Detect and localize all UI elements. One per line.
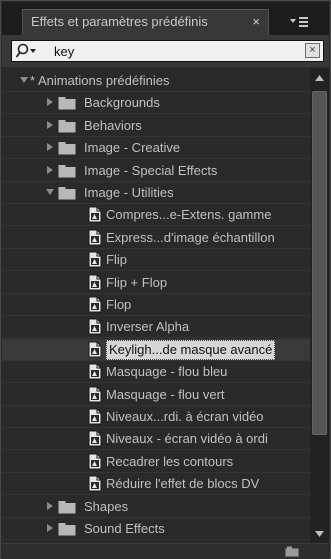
tree-folder[interactable]: Image - Special Effects: [2, 160, 310, 182]
animation-preset-icon: [88, 274, 102, 291]
animation-preset-icon: [88, 206, 102, 223]
scroll-up-arrow-icon[interactable]: [310, 69, 329, 87]
tree-item-label: Image - Creative: [84, 140, 181, 156]
expand-arrow-right-icon[interactable]: [44, 141, 56, 153]
tree-item-label: Backgrounds: [84, 95, 160, 111]
tree-item-label: Niveaux...rdi. à écran vidéo: [106, 409, 264, 424]
tab-effects-presets[interactable]: Effets et paramètres prédéfinis ×: [22, 9, 269, 35]
tree-item-label: Niveaux - écran vidéo à ordi: [106, 431, 268, 447]
expand-arrow-right-icon[interactable]: [44, 119, 56, 131]
tree-item-label: Express...d'image échantillon: [106, 229, 275, 245]
folder-icon: [58, 500, 76, 514]
search-row: ×: [2, 35, 329, 67]
panel-menu-icon[interactable]: [287, 13, 311, 31]
expand-arrow-right-icon[interactable]: [44, 164, 56, 176]
expand-arrow-right-icon[interactable]: [44, 522, 56, 534]
tree-item-label: Flip + Flop: [106, 274, 168, 290]
folder-icon: [58, 97, 76, 110]
tree-folder[interactable]: Shapes: [2, 496, 310, 518]
animation-preset-icon: [88, 229, 102, 246]
panel-bottom-bar: [2, 543, 329, 559]
tab-close-button[interactable]: ×: [252, 10, 260, 34]
clear-search-button[interactable]: ×: [305, 43, 320, 58]
expand-arrow-down-icon[interactable]: [44, 186, 56, 198]
search-box[interactable]: ×: [11, 40, 324, 62]
preset-item[interactable]: Niveaux - écran vidéo à ordi: [2, 428, 310, 451]
animation-preset-icon: [88, 386, 102, 403]
folder-icon: [58, 523, 76, 536]
search-input[interactable]: [54, 42, 274, 60]
animation-preset-icon: [88, 296, 102, 313]
scroll-down-arrow-icon[interactable]: [310, 525, 329, 543]
tree-folder[interactable]: Sound Effects: [2, 518, 310, 540]
tree-item-label: * Animations prédéfinies: [30, 73, 170, 88]
preset-item[interactable]: Recadrer les contours: [2, 451, 310, 473]
tree-item-label: Flip: [106, 252, 127, 268]
animation-preset-icon: [88, 251, 102, 268]
tree-item-label: Image - Utilities: [84, 185, 174, 200]
vertical-scrollbar[interactable]: [310, 69, 329, 543]
scroll-thumb[interactable]: [312, 91, 327, 435]
preset-item[interactable]: Express...d'image échantillon: [2, 227, 310, 249]
folder-icon: [58, 142, 76, 155]
tree-item-label: Masquage - flou bleu: [106, 364, 228, 380]
animation-preset-icon: [88, 453, 102, 470]
tree-item-label: Masquage - flou vert: [106, 386, 225, 402]
tree-item-label: Compres...e-Extens. gamme: [106, 207, 272, 223]
preset-item[interactable]: Réduire l'effet de blocs DV: [2, 473, 310, 496]
expand-arrow-right-icon[interactable]: [44, 500, 56, 512]
tree-folder[interactable]: Image - Utilities: [2, 182, 310, 204]
tree-item-label: Flop: [106, 297, 132, 312]
tree-item-label: Behaviors: [84, 117, 142, 133]
preset-item[interactable]: Compres...e-Extens. gamme: [2, 204, 310, 227]
tab-title: Effets et paramètres prédéfinis: [31, 14, 208, 29]
search-icon[interactable]: [15, 43, 37, 59]
tree-item-label: Keyligh...de masque avancé: [106, 339, 276, 360]
expand-arrow-down-icon[interactable]: [18, 74, 30, 86]
tree-item-label: Inverser Alpha: [106, 319, 190, 335]
preset-item[interactable]: Niveaux...rdi. à écran vidéo: [2, 406, 310, 428]
animation-preset-icon: [88, 341, 102, 358]
animation-preset-icon: [88, 408, 102, 425]
tree-category[interactable]: * Animations prédéfinies: [2, 70, 310, 92]
effects-presets-panel: Effets et paramètres prédéfinis × × * An…: [0, 0, 331, 559]
tree-folder[interactable]: Backgrounds: [2, 92, 310, 115]
preset-item[interactable]: Keyligh...de masque avancé: [2, 338, 310, 361]
tree-folder[interactable]: Behaviors: [2, 115, 310, 137]
tree-item-label: Shapes: [84, 498, 129, 514]
tree-folder[interactable]: Image - Creative: [2, 137, 310, 160]
panel-tab-bar: Effets et paramètres prédéfinis ×: [2, 2, 329, 35]
tree-item-label: Recadrer les contours: [106, 453, 234, 469]
tree-item-label: Réduire l'effet de blocs DV: [106, 476, 260, 492]
animation-preset-icon: [88, 318, 102, 335]
tree-item-label: Sound Effects: [84, 521, 165, 536]
folder-icon: [58, 164, 76, 178]
folder-icon: [58, 119, 76, 133]
preset-item[interactable]: Flop: [2, 294, 310, 316]
preset-item[interactable]: Inverser Alpha: [2, 316, 310, 339]
tree-item-label: Image - Special Effects: [84, 162, 218, 178]
new-folder-icon[interactable]: [285, 546, 299, 557]
preset-item[interactable]: Masquage - flou vert: [2, 384, 310, 406]
preset-item[interactable]: Masquage - flou bleu: [2, 361, 310, 384]
preset-item[interactable]: Flip + Flop: [2, 272, 310, 294]
expand-arrow-right-icon[interactable]: [44, 96, 56, 108]
animation-preset-icon: [88, 363, 102, 380]
folder-icon: [58, 187, 76, 200]
animation-preset-icon: [88, 430, 102, 447]
preset-item[interactable]: Flip: [2, 249, 310, 272]
animation-preset-icon: [88, 475, 102, 492]
presets-tree: * Animations prédéfinies Backgrounds Behav…: [2, 69, 310, 543]
